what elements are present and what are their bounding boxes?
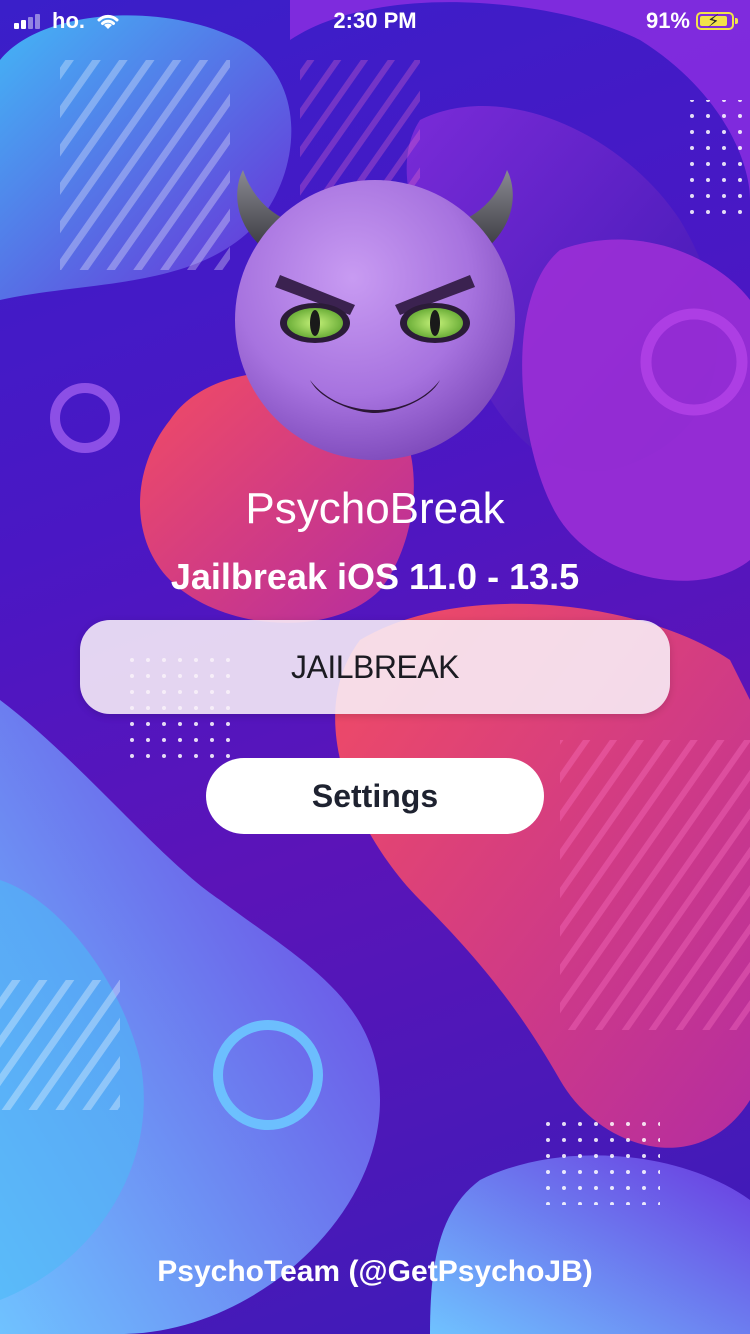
smiling-devil-emoji-icon: [235, 170, 515, 460]
battery-charging-icon: ⚡: [696, 11, 738, 31]
jailbreak-button[interactable]: JAILBREAK: [80, 620, 670, 714]
status-right: 91% ⚡: [645, 8, 738, 34]
app-subtitle: Jailbreak iOS 11.0 - 13.5: [170, 556, 580, 597]
footer-credit: PsychoTeam (@GetPsychoJB): [157, 1255, 593, 1288]
battery-percent: 91%: [645, 8, 690, 33]
app-screen: ho. 2:30 PM 91% ⚡ PsychoBreak Jailbreak …: [0, 0, 750, 1334]
clock: 2:30 PM: [333, 8, 417, 33]
status-bar: ho. 2:30 PM 91% ⚡: [0, 0, 750, 40]
settings-button[interactable]: Settings: [206, 758, 544, 834]
app-title: PsychoBreak: [245, 484, 505, 533]
